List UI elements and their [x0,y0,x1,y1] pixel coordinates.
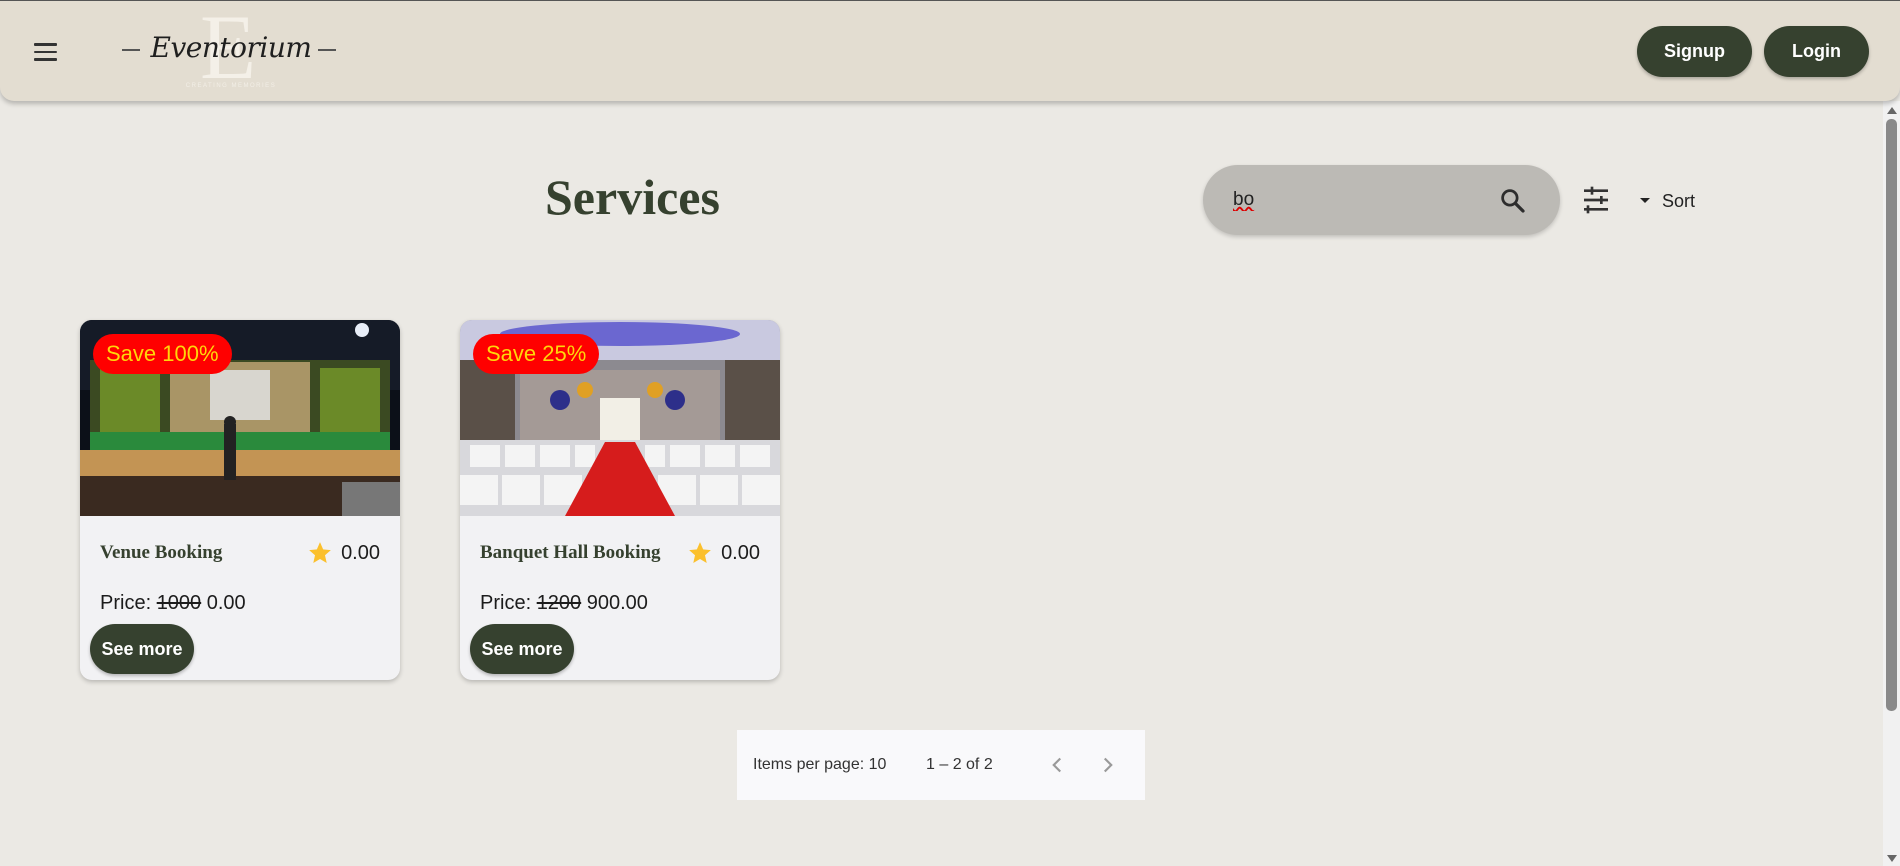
search-box [1203,165,1560,235]
scroll-thumb[interactable] [1886,119,1897,711]
scroll-up-arrow-icon[interactable] [1887,107,1897,114]
service-card: Save 100% Venue Booking 0.00 Price: 1000… [80,320,400,680]
chevron-right-icon[interactable] [1095,752,1121,778]
old-price: 1000 [156,592,202,614]
filter-icon[interactable] [1580,184,1612,216]
signup-button[interactable]: Signup [1637,26,1752,77]
star-icon [689,542,711,563]
chevron-left-icon[interactable] [1044,752,1070,778]
new-price: 900.00 [586,592,648,614]
scrollbar[interactable] [1883,101,1900,866]
logo[interactable]: E Eventorium CREATING MEMORIES [122,1,340,95]
items-per-page-label: Items per page: [753,756,865,773]
service-title: Venue Booking [100,542,223,563]
discount-badge: Save 25% [473,334,600,374]
price: Price: 1000 0.00 [100,592,246,615]
service-title: Banquet Hall Booking [480,542,661,563]
price: Price: 1200 900.00 [480,592,648,615]
scroll-down-arrow-icon[interactable] [1887,855,1897,862]
logo-wordmark: Eventorium [150,31,312,64]
service-card: Save 25% Banquet Hall Booking 0.00 Price… [460,320,780,680]
top-app-bar: E Eventorium CREATING MEMORIES Signup Lo… [0,0,1900,101]
menu-icon[interactable] [26,35,64,69]
login-button[interactable]: Login [1764,26,1869,77]
sort-button[interactable]: Sort [1640,188,1695,214]
page-title: Services [545,169,720,225]
rating-value: 0.00 [341,541,380,564]
items-per-page[interactable]: Items per page: 10 [753,756,886,774]
sort-label: Sort [1662,190,1696,211]
paginator: Items per page: 10 1 – 2 of 2 [737,730,1145,800]
rating: 0.00 [307,540,380,566]
see-more-button[interactable]: See more [470,624,574,674]
items-per-page-value[interactable]: 10 [869,756,887,773]
page-range: 1 – 2 of 2 [926,756,993,773]
search-input[interactable] [1233,185,1483,215]
logo-tagline: CREATING MEMORIES [185,83,277,89]
new-price: 0.00 [206,592,246,614]
search-icon[interactable] [1498,186,1528,216]
logo-dash-right [318,49,336,51]
logo-dash-left [122,49,140,51]
old-price: 1200 [536,592,582,614]
star-icon [309,542,331,563]
sort-caret-icon [1640,197,1650,203]
discount-badge: Save 100% [93,334,232,374]
price-label: Price: [480,592,532,614]
see-more-button[interactable]: See more [90,624,194,674]
price-label: Price: [100,592,152,614]
rating: 0.00 [687,540,760,566]
rating-value: 0.00 [721,541,760,564]
